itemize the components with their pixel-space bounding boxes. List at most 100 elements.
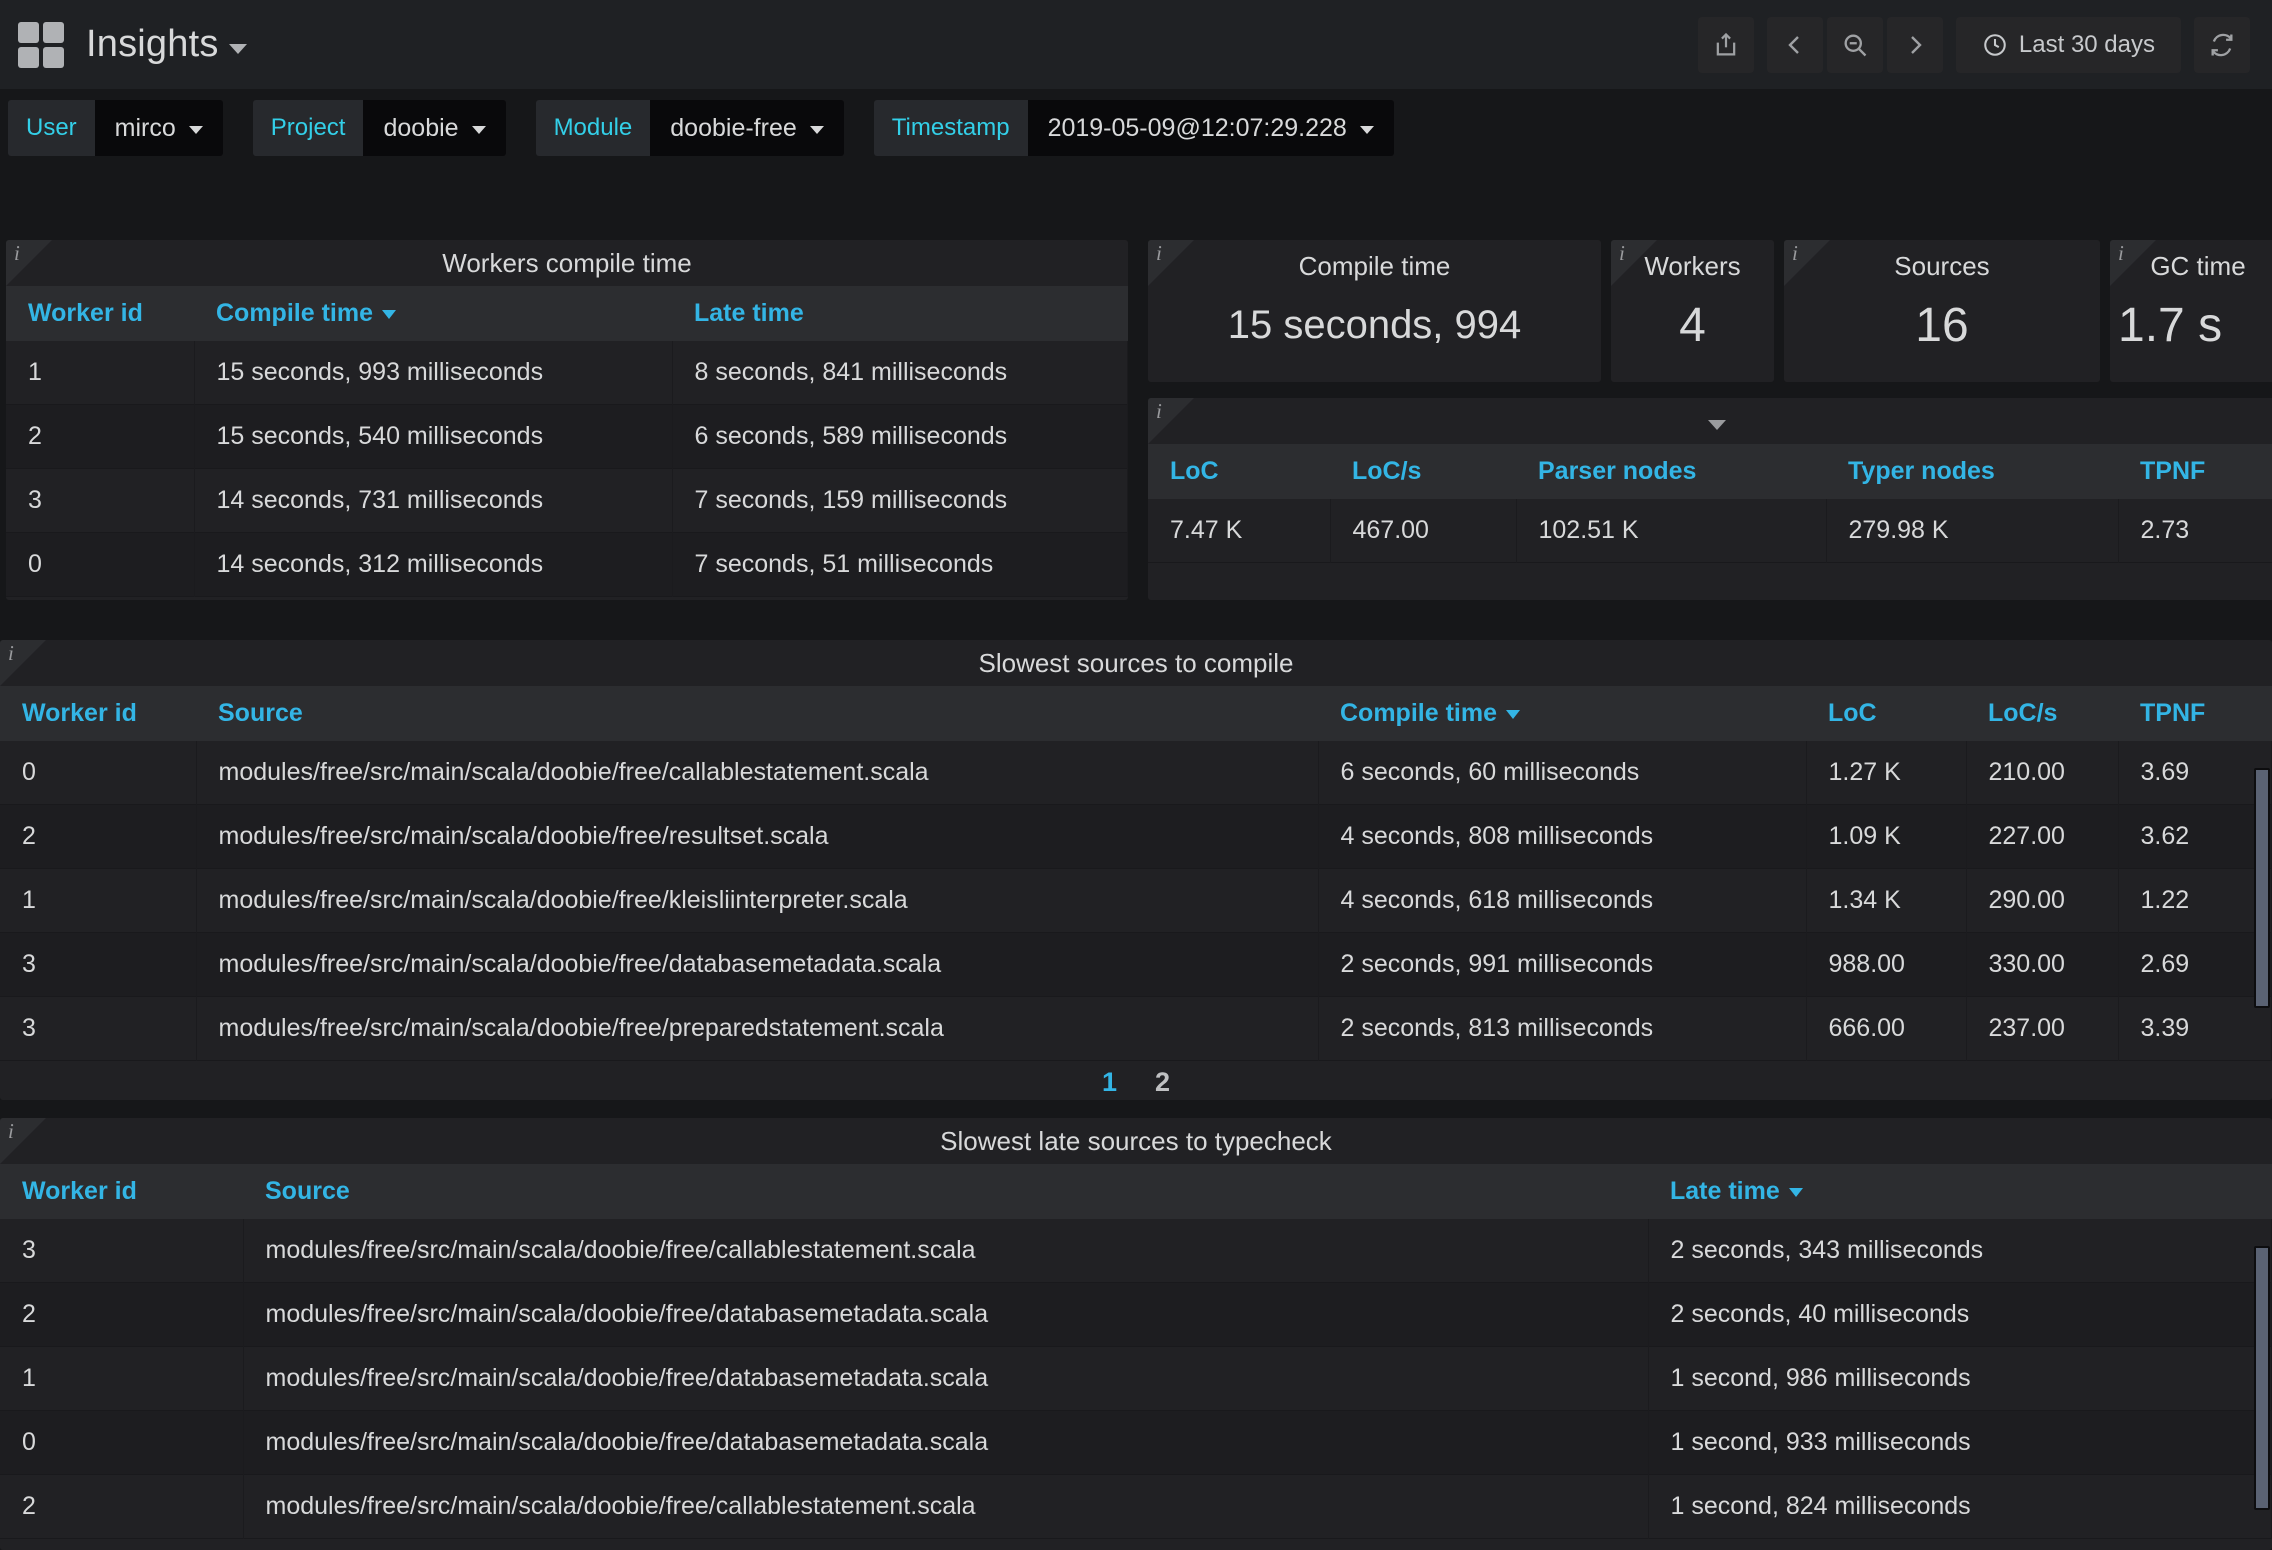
panel-info-corner[interactable] <box>2110 240 2156 286</box>
cell-late-time: 6 seconds, 589 milliseconds <box>672 404 1128 469</box>
variable-timestamp: Timestamp 2019-05-09@12:07:29.228 <box>873 100 1394 156</box>
table-row[interactable]: 3 14 seconds, 731 milliseconds 7 seconds… <box>6 468 1128 533</box>
cell-loc: 1.34 K <box>1806 868 1967 933</box>
cell-late-time: 1 second, 933 milliseconds <box>1648 1410 2272 1475</box>
cell-compile-time: 4 seconds, 808 milliseconds <box>1318 804 1807 869</box>
column-header-worker-id[interactable]: Worker id <box>6 286 194 341</box>
panel-menu-chevron-down-icon[interactable] <box>1708 420 1726 430</box>
variable-timestamp-dropdown[interactable]: 2019-05-09@12:07:29.228 <box>1027 100 1394 156</box>
table-row[interactable]: 0 modules/free/src/main/scala/doobie/fre… <box>0 1410 2272 1475</box>
table-row[interactable]: 2 modules/free/src/main/scala/doobie/fre… <box>0 1474 2272 1539</box>
refresh-icon <box>2211 33 2233 56</box>
column-header-compile-time[interactable]: Compile time <box>1318 686 1806 741</box>
variable-user: User mirco <box>8 100 223 156</box>
panel-sources-stat: i Sources 16 <box>1784 240 2100 382</box>
variable-module-value: doobie-free <box>670 113 797 142</box>
table-row[interactable]: 3 modules/free/src/main/scala/doobie/fre… <box>0 932 2272 997</box>
cell-compile-time: 6 seconds, 60 milliseconds <box>1318 741 1807 805</box>
table-row[interactable]: 1 modules/free/src/main/scala/doobie/fre… <box>0 868 2272 933</box>
chevron-right-icon <box>1911 35 1922 54</box>
variable-module-dropdown[interactable]: doobie-free <box>650 100 844 156</box>
workers-compile-time-table: Worker id Compile time Late time 1 15 se… <box>6 286 1128 597</box>
table-header-row: Worker id Source Compile time LoC LoC/s … <box>0 686 2272 741</box>
column-header-typer-nodes[interactable]: Typer nodes <box>1826 444 2118 499</box>
table-scrollbar-thumb[interactable] <box>2254 1246 2270 1510</box>
table-row[interactable]: 0 modules/free/src/main/scala/doobie/fre… <box>0 741 2272 805</box>
panel-slowest-late-sources-to-typecheck: i Slowest late sources to typecheck Work… <box>0 1118 2272 1550</box>
panel-title: Workers compile time <box>442 247 692 278</box>
pagination-page-1[interactable]: 1 <box>1102 1067 1117 1098</box>
variable-module-label: Module <box>535 100 651 156</box>
cell-tpnf: 3.62 <box>2118 804 2272 869</box>
cell-late-time: 2 seconds, 40 milliseconds <box>1648 1282 2272 1347</box>
cell-worker-id: 0 <box>6 532 195 597</box>
time-range-zoom-out-button[interactable] <box>1826 16 1883 73</box>
table-scrollbar-thumb[interactable] <box>2254 768 2270 1008</box>
column-header-late-time[interactable]: Late time <box>672 286 1128 341</box>
cell-source: modules/free/src/main/scala/doobie/free/… <box>243 1282 1649 1347</box>
panel-info-corner[interactable] <box>0 1118 46 1164</box>
refresh-dashboard-button[interactable] <box>2194 16 2250 73</box>
pagination: 1 2 <box>0 1061 2272 1098</box>
cell-source: modules/free/src/main/scala/doobie/free/… <box>243 1474 1649 1539</box>
cell-source: modules/free/src/main/scala/doobie/free/… <box>243 1410 1649 1475</box>
grid-icon[interactable] <box>18 21 64 68</box>
panel-info-corner[interactable] <box>1611 240 1657 286</box>
page-title: Insights <box>86 23 219 65</box>
column-header-loc[interactable]: LoC <box>1148 444 1330 499</box>
column-header-late-time[interactable]: Late time <box>1648 1164 2272 1219</box>
table-row[interactable]: 1 15 seconds, 993 milliseconds 8 seconds… <box>6 341 1128 405</box>
table-row[interactable]: 3 modules/free/src/main/scala/doobie/fre… <box>0 996 2272 1061</box>
column-header-parser-nodes[interactable]: Parser nodes <box>1516 444 1826 499</box>
panel-info-corner[interactable] <box>1148 398 1194 444</box>
cell-worker-id: 0 <box>0 1410 244 1475</box>
cell-loc-per-s: 227.00 <box>1966 804 2119 869</box>
sort-desc-icon <box>381 310 396 319</box>
variable-user-dropdown[interactable]: mirco <box>94 100 223 156</box>
table-row[interactable]: 1 modules/free/src/main/scala/doobie/fre… <box>0 1346 2272 1411</box>
panel-info-corner[interactable] <box>6 240 52 286</box>
table-row[interactable]: 2 modules/free/src/main/scala/doobie/fre… <box>0 1282 2272 1347</box>
table-row[interactable]: 7.47 K 467.00 102.51 K 279.98 K 2.73 <box>1148 499 2272 563</box>
column-header-worker-id[interactable]: Worker id <box>0 1164 243 1219</box>
pagination-page-1[interactable]: 1 <box>1102 1545 1117 1550</box>
table-row[interactable]: 3 modules/free/src/main/scala/doobie/fre… <box>0 1219 2272 1283</box>
cell-tpnf: 2.69 <box>2118 932 2272 997</box>
grid-icon-cell <box>18 21 39 43</box>
table-row[interactable]: 2 15 seconds, 540 milliseconds 6 seconds… <box>6 404 1128 469</box>
cell-source: modules/free/src/main/scala/doobie/free/… <box>196 996 1319 1061</box>
table-row[interactable]: 2 modules/free/src/main/scala/doobie/fre… <box>0 804 2272 869</box>
column-header-loc-per-s[interactable]: LoC/s <box>1330 444 1516 499</box>
cell-loc-per-s: 237.00 <box>1966 996 2119 1061</box>
pagination-page-2[interactable]: 2 <box>1155 1545 1170 1550</box>
column-header-tpnf[interactable]: TPNF <box>2118 444 2272 499</box>
time-range-back-button[interactable] <box>1766 16 1823 73</box>
column-header-loc[interactable]: LoC <box>1806 686 1966 741</box>
panel-info-corner[interactable] <box>0 640 46 686</box>
column-header-source[interactable]: Source <box>243 1164 1648 1219</box>
clock-icon <box>1984 33 2006 56</box>
variable-project-dropdown[interactable]: doobie <box>363 100 506 156</box>
pagination-page-2[interactable]: 2 <box>1155 1067 1170 1098</box>
panel-info-corner[interactable] <box>1148 240 1194 286</box>
dashboard-title-button[interactable]: Insights <box>86 23 247 66</box>
table-header-row: LoC LoC/s Parser nodes Typer nodes TPNF <box>1148 444 2272 499</box>
top-navbar: Insights Last 30 days <box>0 0 2272 89</box>
time-range-label: Last 30 days <box>2018 30 2155 58</box>
column-header-source[interactable]: Source <box>196 686 1318 741</box>
info-icon: i <box>1619 241 1625 265</box>
panel-compile-time-stat: i Compile time 15 seconds, 994 <box>1148 240 1601 382</box>
column-header-compile-time[interactable]: Compile time <box>194 286 672 341</box>
cell-loc: 1.09 K <box>1806 804 1967 869</box>
time-range-picker[interactable]: Last 30 days <box>1955 16 2181 73</box>
table-row[interactable]: 0 14 seconds, 312 milliseconds 7 seconds… <box>6 532 1128 597</box>
column-header-loc-per-s[interactable]: LoC/s <box>1966 686 2118 741</box>
time-range-forward-button[interactable] <box>1886 16 1943 73</box>
panel-info-corner[interactable] <box>1784 240 1830 286</box>
column-header-tpnf[interactable]: TPNF <box>2118 686 2272 741</box>
zoom-out-icon <box>1844 34 1867 56</box>
panel-workers-compile-time: i Workers compile time Worker id Compile… <box>6 240 1128 600</box>
column-header-worker-id[interactable]: Worker id <box>0 686 196 741</box>
share-dashboard-button[interactable] <box>1697 16 1754 73</box>
info-icon: i <box>8 1119 14 1143</box>
